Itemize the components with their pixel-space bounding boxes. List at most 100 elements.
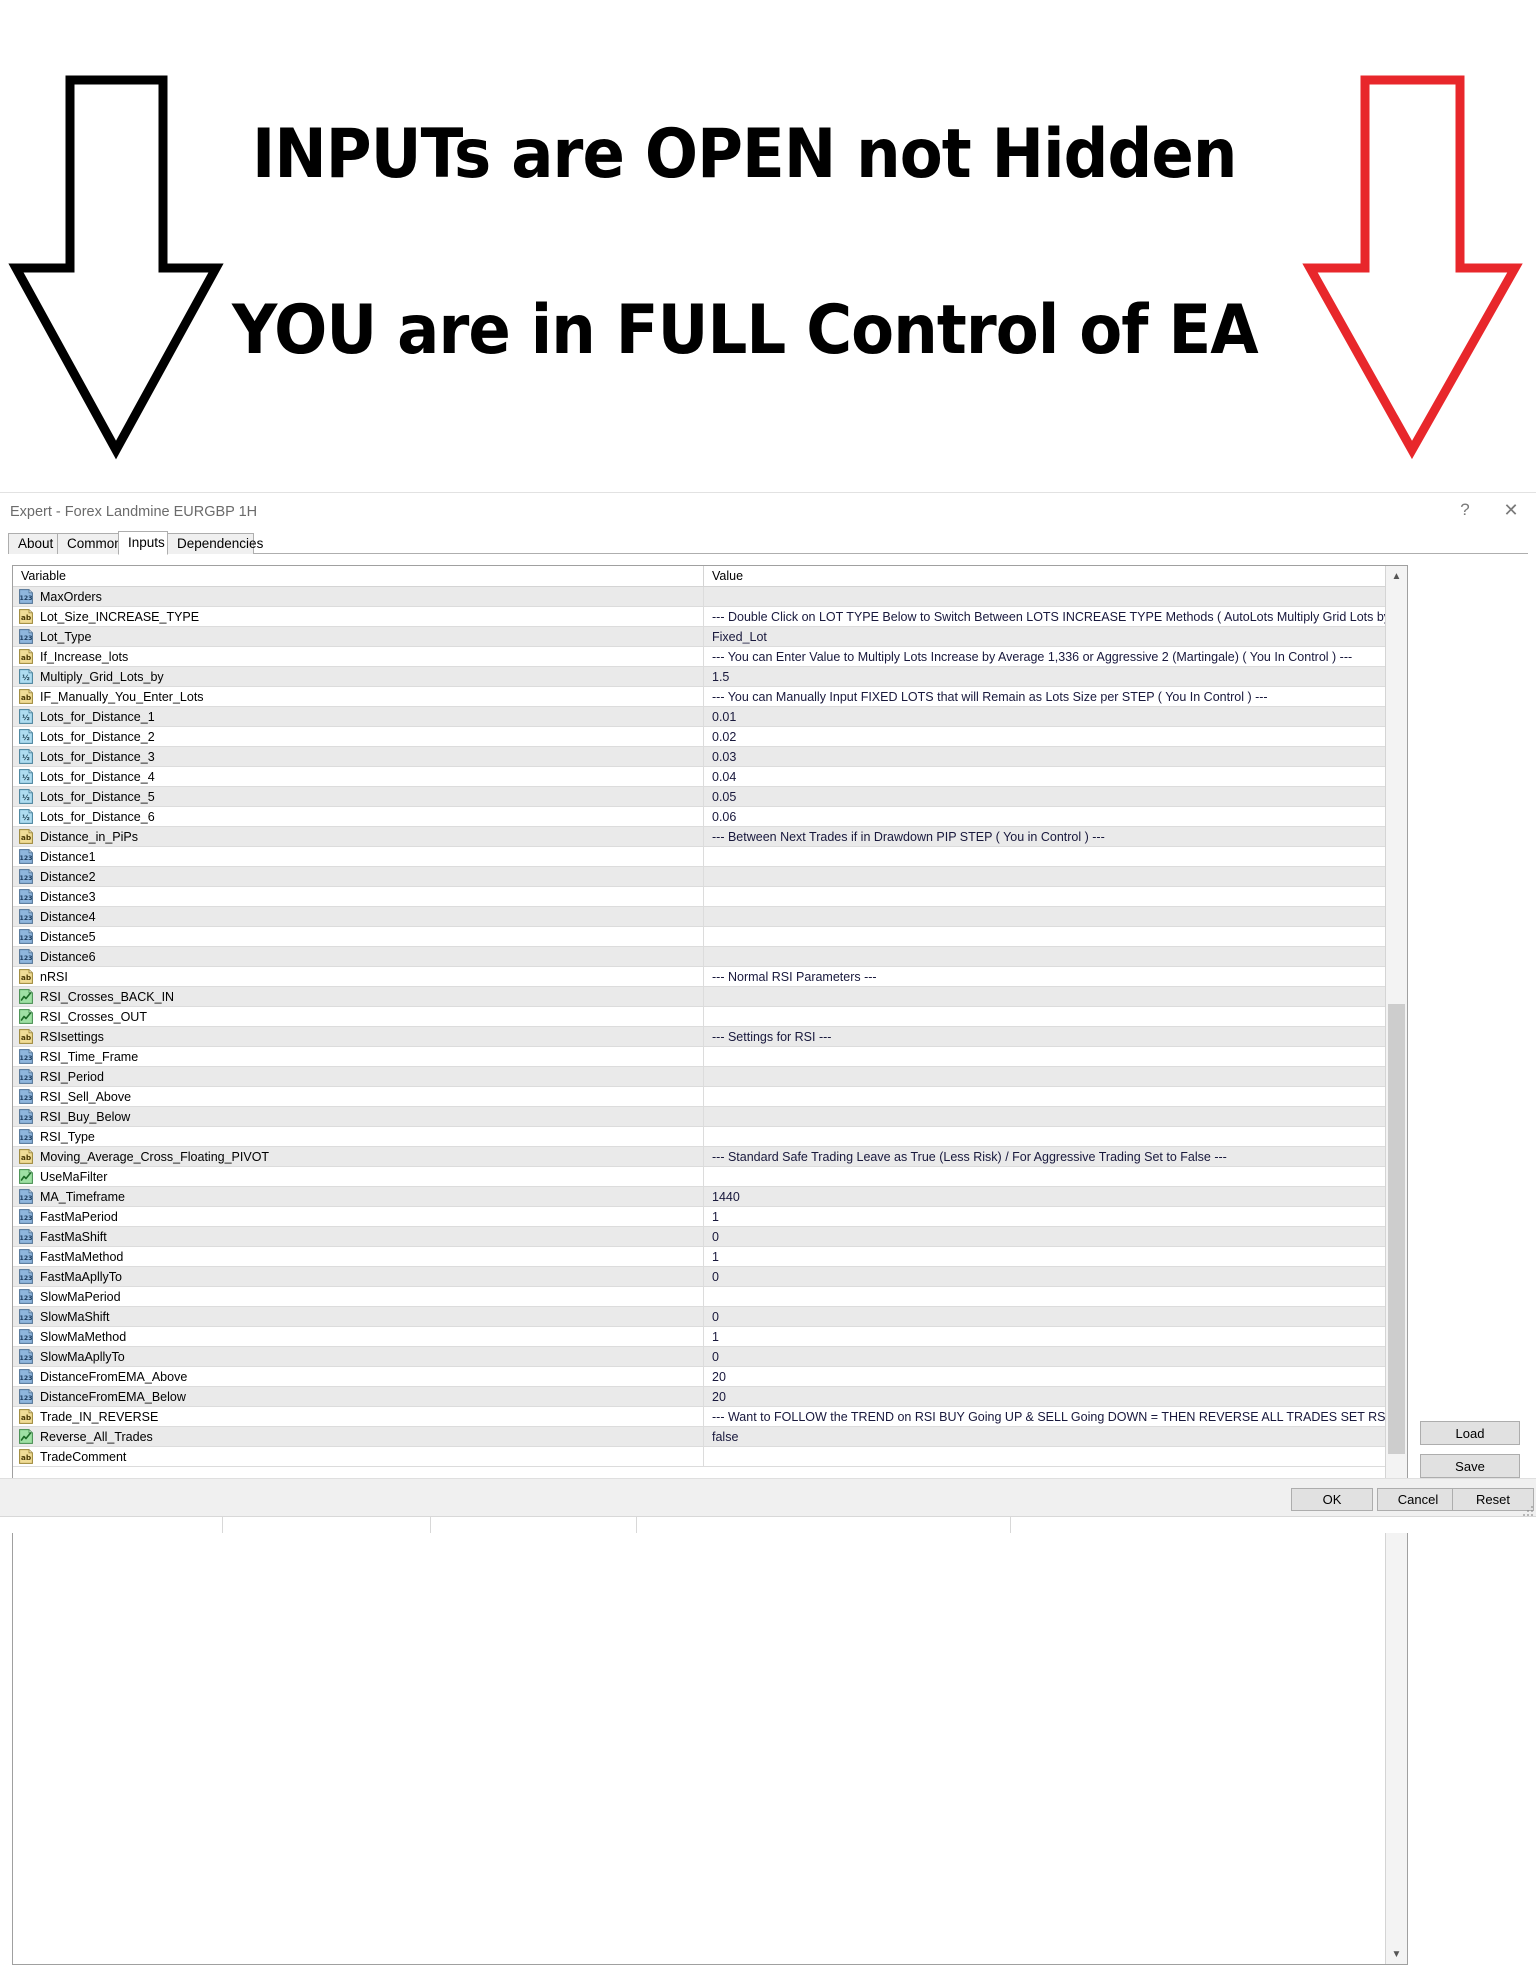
table-row[interactable]: ½ Multiply_Grid_Lots_by 1.5	[13, 667, 1407, 687]
table-row[interactable]: 123 MA_Timeframe 1440	[13, 1187, 1407, 1207]
value-cell[interactable]: 0	[704, 1307, 1407, 1326]
variable-cell[interactable]: ab Distance_in_PiPs	[13, 827, 704, 846]
table-row[interactable]: ab nRSI --- Normal RSI Parameters ---	[13, 967, 1407, 987]
scroll-down-icon[interactable]: ▼	[1386, 1944, 1407, 1964]
variable-cell[interactable]: 123 FastMaShift	[13, 1227, 704, 1246]
variable-cell[interactable]: 123 DistanceFromEMA_Below	[13, 1387, 704, 1406]
variable-cell[interactable]: 123 FastMaApllyTo	[13, 1267, 704, 1286]
variable-cell[interactable]: 123 SlowMaShift	[13, 1307, 704, 1326]
table-row[interactable]: 123 SlowMaMethod 1	[13, 1327, 1407, 1347]
variable-cell[interactable]: 123 Distance4	[13, 907, 704, 926]
value-cell[interactable]: 0.05	[704, 787, 1407, 806]
variable-cell[interactable]: 123 MaxOrders	[13, 587, 704, 606]
variable-cell[interactable]: ab RSIsettings	[13, 1027, 704, 1046]
table-row[interactable]: 123 FastMaApllyTo 0	[13, 1267, 1407, 1287]
value-cell[interactable]: --- Normal RSI Parameters ---	[704, 967, 1407, 986]
value-cell[interactable]: 1440	[704, 1187, 1407, 1206]
table-row[interactable]: ½ Lots_for_Distance_3 0.03	[13, 747, 1407, 767]
variable-cell[interactable]: UseMaFilter	[13, 1167, 704, 1186]
table-row[interactable]: ½ Lots_for_Distance_2 0.02	[13, 727, 1407, 747]
table-row[interactable]: ab RSIsettings --- Settings for RSI ---	[13, 1027, 1407, 1047]
value-cell[interactable]	[704, 1167, 1407, 1186]
variable-cell[interactable]: ab TradeComment	[13, 1447, 704, 1466]
table-row[interactable]: 123 FastMaShift 0	[13, 1227, 1407, 1247]
variable-cell[interactable]: 123 FastMaPeriod	[13, 1207, 704, 1226]
variable-cell[interactable]: ab IF_Manually_You_Enter_Lots	[13, 687, 704, 706]
table-row[interactable]: UseMaFilter	[13, 1167, 1407, 1187]
table-row[interactable]: 123 Lot_Type Fixed_Lot	[13, 627, 1407, 647]
column-header-variable[interactable]: Variable	[13, 566, 704, 586]
table-row[interactable]: 123 RSI_Type	[13, 1127, 1407, 1147]
value-cell[interactable]: --- Standard Safe Trading Leave as True …	[704, 1147, 1407, 1166]
table-row[interactable]: 123 Distance3	[13, 887, 1407, 907]
value-cell[interactable]	[704, 947, 1407, 966]
scrollbar-thumb[interactable]	[1388, 1004, 1405, 1454]
value-cell[interactable]: --- Between Next Trades if in Drawdown P…	[704, 827, 1407, 846]
table-row[interactable]: Reverse_All_Trades false	[13, 1427, 1407, 1447]
value-cell[interactable]: 0	[704, 1347, 1407, 1366]
value-cell[interactable]: 0.04	[704, 767, 1407, 786]
value-cell[interactable]: 0.06	[704, 807, 1407, 826]
variable-cell[interactable]: 123 FastMaMethod	[13, 1247, 704, 1266]
load-button[interactable]: Load	[1420, 1421, 1520, 1445]
variable-cell[interactable]: ½ Lots_for_Distance_5	[13, 787, 704, 806]
variable-cell[interactable]: ½ Lots_for_Distance_6	[13, 807, 704, 826]
variable-cell[interactable]: ab Trade_IN_REVERSE	[13, 1407, 704, 1426]
value-cell[interactable]	[704, 587, 1407, 606]
tab-inputs[interactable]: Inputs	[118, 531, 168, 555]
cancel-button[interactable]: Cancel	[1377, 1488, 1459, 1511]
value-cell[interactable]	[704, 1087, 1407, 1106]
variable-cell[interactable]: ab If_Increase_lots	[13, 647, 704, 666]
value-cell[interactable]	[704, 1047, 1407, 1066]
value-cell[interactable]: --- Settings for RSI ---	[704, 1027, 1407, 1046]
variable-cell[interactable]: 123 RSI_Type	[13, 1127, 704, 1146]
value-cell[interactable]: 0.01	[704, 707, 1407, 726]
table-row[interactable]: ab Moving_Average_Cross_Floating_PIVOT ---…	[13, 1147, 1407, 1167]
table-row[interactable]: 123 RSI_Sell_Above	[13, 1087, 1407, 1107]
value-cell[interactable]: 20	[704, 1367, 1407, 1386]
variable-cell[interactable]: ab nRSI	[13, 967, 704, 986]
variable-cell[interactable]: 123 SlowMaMethod	[13, 1327, 704, 1346]
close-icon[interactable]: ✕	[1488, 493, 1534, 527]
table-row[interactable]: 123 Distance5	[13, 927, 1407, 947]
column-header-value[interactable]: Value	[704, 566, 1407, 586]
value-cell[interactable]	[704, 987, 1407, 1006]
table-row[interactable]: 123 RSI_Time_Frame	[13, 1047, 1407, 1067]
table-row[interactable]: 123 FastMaMethod 1	[13, 1247, 1407, 1267]
table-row[interactable]: 123 DistanceFromEMA_Below 20	[13, 1387, 1407, 1407]
variable-cell[interactable]: 123 DistanceFromEMA_Above	[13, 1367, 704, 1386]
table-row[interactable]: ½ Lots_for_Distance_1 0.01	[13, 707, 1407, 727]
variable-cell[interactable]: RSI_Crosses_BACK_IN	[13, 987, 704, 1006]
table-row[interactable]: 123 RSI_Period	[13, 1067, 1407, 1087]
table-row[interactable]: 123 DistanceFromEMA_Above 20	[13, 1367, 1407, 1387]
table-row[interactable]: 123 Distance6	[13, 947, 1407, 967]
value-cell[interactable]	[704, 847, 1407, 866]
variable-cell[interactable]: 123 Distance3	[13, 887, 704, 906]
variable-cell[interactable]: 123 RSI_Sell_Above	[13, 1087, 704, 1106]
value-cell[interactable]: 1	[704, 1207, 1407, 1226]
value-cell[interactable]: Fixed_Lot	[704, 627, 1407, 646]
value-cell[interactable]: 0	[704, 1267, 1407, 1286]
table-row[interactable]: ab IF_Manually_You_Enter_Lots --- You can …	[13, 687, 1407, 707]
table-row[interactable]: 123 RSI_Buy_Below	[13, 1107, 1407, 1127]
table-row[interactable]: ½ Lots_for_Distance_5 0.05	[13, 787, 1407, 807]
value-cell[interactable]	[704, 867, 1407, 886]
value-cell[interactable]	[704, 1067, 1407, 1086]
table-row[interactable]: ab Trade_IN_REVERSE --- Want to FOLLOW the…	[13, 1407, 1407, 1427]
variable-cell[interactable]: ½ Multiply_Grid_Lots_by	[13, 667, 704, 686]
table-row[interactable]: ab Distance_in_PiPs --- Between Next Trade…	[13, 827, 1407, 847]
value-cell[interactable]: --- You can Enter Value to Multiply Lots…	[704, 647, 1407, 666]
value-cell[interactable]: 0	[704, 1227, 1407, 1246]
table-row[interactable]: 123 MaxOrders	[13, 587, 1407, 607]
ok-button[interactable]: OK	[1291, 1488, 1373, 1511]
variable-cell[interactable]: 123 Distance1	[13, 847, 704, 866]
table-row[interactable]: ½ Lots_for_Distance_6 0.06	[13, 807, 1407, 827]
vertical-scrollbar[interactable]: ▲ ▼	[1385, 566, 1407, 1964]
variable-cell[interactable]: 123 Lot_Type	[13, 627, 704, 646]
variable-cell[interactable]: ½ Lots_for_Distance_1	[13, 707, 704, 726]
variable-cell[interactable]: 123 RSI_Buy_Below	[13, 1107, 704, 1126]
value-cell[interactable]: --- Double Click on LOT TYPE Below to Sw…	[704, 607, 1407, 626]
table-row[interactable]: 123 FastMaPeriod 1	[13, 1207, 1407, 1227]
tab-common[interactable]: Common	[57, 533, 122, 554]
table-row[interactable]: RSI_Crosses_BACK_IN	[13, 987, 1407, 1007]
